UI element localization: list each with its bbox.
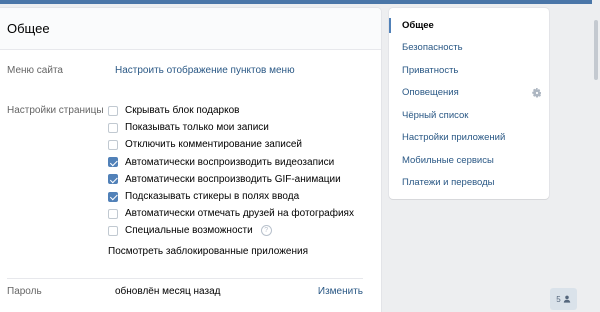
side-menu-item-notifications[interactable]: Оповещения <box>389 82 549 105</box>
side-menu-item-security[interactable]: Безопасность <box>389 37 549 60</box>
option-hide-gifts[interactable]: Скрывать блок подарков <box>108 102 354 119</box>
option-suggest-stickers[interactable]: Подсказывать стикеры в полях ввода <box>108 188 354 205</box>
checkbox-checked[interactable] <box>108 191 118 202</box>
option-auto-tag-friends[interactable]: Автоматически отмечать друзей на фотогра… <box>108 205 354 222</box>
person-icon <box>563 295 570 303</box>
page-settings-options: Скрывать блок подарков Показывать только… <box>108 102 354 260</box>
checkbox[interactable] <box>108 105 118 116</box>
divider <box>7 278 363 279</box>
option-autoplay-video[interactable]: Автоматически воспроизводить видеозаписи <box>108 154 354 171</box>
settings-card: Общее Меню сайта Настроить отображение п… <box>0 8 381 312</box>
gear-icon[interactable] <box>532 87 542 98</box>
option-only-my-posts[interactable]: Показывать только мои записи <box>108 119 354 136</box>
checkbox[interactable] <box>108 139 118 150</box>
side-menu-item-app-settings[interactable]: Настройки приложений <box>389 127 549 150</box>
online-counter-button[interactable]: 5 <box>550 288 577 310</box>
checkbox[interactable] <box>108 122 118 133</box>
side-menu-item-general[interactable]: Общее <box>389 14 549 37</box>
option-label: Автоматически отмечать друзей на фотогра… <box>125 208 354 220</box>
option-accessibility[interactable]: Специальные возможности ? <box>108 222 354 239</box>
side-menu-item-mobile-services[interactable]: Мобильные сервисы <box>389 149 549 172</box>
option-label: Скрывать блок подарков <box>125 105 240 117</box>
blocked-apps-link[interactable]: Посмотреть заблокированные приложения <box>108 243 354 260</box>
option-label: Автоматически воспроизводить GIF-анимаци… <box>125 173 341 185</box>
help-icon[interactable]: ? <box>260 225 272 237</box>
password-label: Пароль <box>7 286 42 297</box>
checkbox[interactable] <box>108 225 118 236</box>
side-menu-item-blacklist[interactable]: Чёрный список <box>389 104 549 127</box>
menu-row-label: Меню сайта <box>7 65 63 76</box>
configure-menu-link[interactable]: Настроить отображение пунктов меню <box>115 65 295 76</box>
settings-side-menu: Общее Безопасность Приватность Оповещени… <box>389 8 549 199</box>
change-password-link[interactable]: Изменить <box>318 286 363 297</box>
scrollbar-thumb[interactable] <box>594 20 598 80</box>
side-menu-item-payments[interactable]: Платежи и переводы <box>389 172 549 195</box>
option-disable-comments[interactable]: Отключить комментирование записей <box>108 136 354 153</box>
option-label: Показывать только мои записи <box>125 122 269 134</box>
option-label: Автоматически воспроизводить видеозаписи <box>125 156 335 168</box>
page-title: Общее <box>7 21 50 36</box>
option-label: Подсказывать стикеры в полях ввода <box>125 191 300 203</box>
page-settings-label: Настройки страницы <box>7 105 104 116</box>
card-header: Общее <box>0 8 381 50</box>
counter-value: 5 <box>556 294 561 304</box>
checkbox-checked[interactable] <box>108 174 118 185</box>
checkbox-checked[interactable] <box>108 157 118 168</box>
top-bar <box>0 0 600 4</box>
option-autoplay-gif[interactable]: Автоматически воспроизводить GIF-анимаци… <box>108 171 354 188</box>
page-scrollbar[interactable] <box>592 0 600 312</box>
side-menu-item-privacy[interactable]: Приватность <box>389 59 549 82</box>
password-status: обновлён месяц назад <box>115 286 221 297</box>
option-label: Специальные возможности <box>125 225 253 237</box>
side-menu-item-label: Оповещения <box>402 87 459 99</box>
checkbox[interactable] <box>108 208 118 219</box>
option-label: Отключить комментирование записей <box>125 139 303 151</box>
